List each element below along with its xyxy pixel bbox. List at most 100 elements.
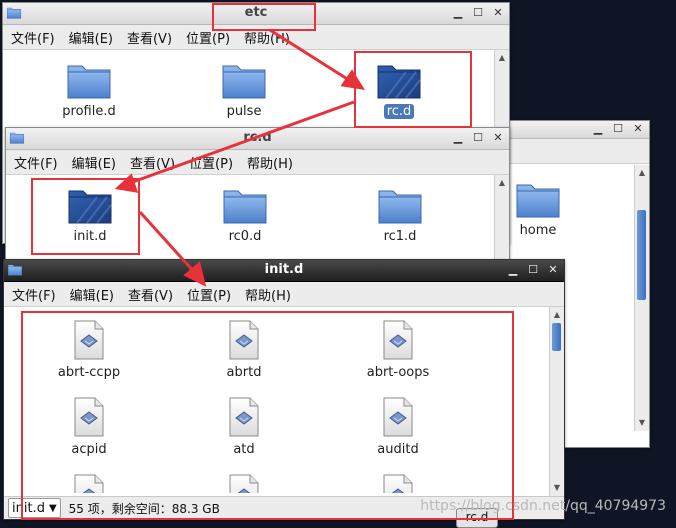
- window-title: rc.d: [243, 130, 272, 145]
- menu-places[interactable]: 位置(P): [186, 28, 230, 47]
- file-partial[interactable]: [189, 473, 299, 493]
- script-file-icon: [226, 396, 262, 438]
- script-file-icon: [71, 473, 107, 493]
- status-text: 55 项，剩余空间：88.3 GB: [68, 501, 220, 516]
- folder-label: rc.d: [383, 104, 415, 119]
- scroll-up-icon[interactable]: ▲: [496, 52, 508, 64]
- etc-titlebar[interactable]: etc ▁ ☐ ✕: [3, 3, 509, 25]
- file-abrt-ccpp[interactable]: abrt-ccpp: [34, 319, 144, 380]
- folder-label: home: [519, 223, 557, 238]
- script-file-icon: [71, 319, 107, 361]
- chevron-down-icon: ▼: [48, 502, 57, 514]
- script-file-icon: [71, 396, 107, 438]
- menu-view[interactable]: 查看(V): [128, 285, 173, 304]
- scroll-down-icon[interactable]: ▼: [636, 417, 648, 429]
- maximize-icon[interactable]: ☐: [526, 263, 540, 277]
- scroll-thumb[interactable]: [637, 210, 646, 300]
- menubar: 文件(F) 编辑(E) 查看(V) 位置(P) 帮助(H): [3, 25, 509, 50]
- folder-label: rc0.d: [228, 229, 262, 244]
- background-window-titlebar[interactable]: ▁ ☐ ✕: [501, 121, 649, 139]
- folder-selected-icon: [376, 60, 422, 100]
- maximize-icon[interactable]: ☐: [471, 131, 485, 145]
- menu-file[interactable]: 文件(F): [12, 285, 56, 304]
- minimize-icon[interactable]: ▁: [451, 131, 465, 145]
- maximize-icon[interactable]: ☐: [611, 122, 625, 136]
- folder-icon: [66, 60, 112, 100]
- menu-view[interactable]: 查看(V): [127, 28, 172, 47]
- script-file-icon: [380, 396, 416, 438]
- menubar: 文件(F) 编辑(E) 查看(V) 位置(P) 帮助(H): [4, 282, 564, 307]
- file-view: init.d rc0.d rc1.d: [6, 175, 495, 263]
- menu-view[interactable]: 查看(V): [130, 153, 175, 172]
- scroll-up-icon[interactable]: ▲: [551, 309, 563, 321]
- file-partial[interactable]: [34, 473, 144, 493]
- menu-edit[interactable]: 编辑(E): [70, 285, 114, 304]
- watermark: https://blog.csdn.net/qq_40794973: [420, 498, 666, 514]
- script-file-icon: [380, 319, 416, 361]
- scroll-up-icon[interactable]: ▲: [496, 177, 508, 189]
- scroll-up-icon[interactable]: ▲: [636, 167, 648, 179]
- folder-rc0-d[interactable]: rc0.d: [190, 185, 300, 244]
- maximize-icon[interactable]: ☐: [471, 6, 485, 20]
- window-title: etc: [244, 5, 268, 20]
- file-acpid[interactable]: acpid: [34, 396, 144, 457]
- menu-places[interactable]: 位置(P): [187, 285, 231, 304]
- location-value: init.d: [12, 500, 45, 516]
- folder-selected-icon: [67, 185, 113, 225]
- scroll-thumb[interactable]: [552, 323, 561, 351]
- folder-icon: [515, 179, 561, 219]
- script-file-icon: [226, 319, 262, 361]
- rcd-window: rc.d ▁ ☐ ✕ 文件(F) 编辑(E) 查看(V) 位置(P) 帮助(H) i…: [5, 127, 510, 264]
- file-label: atd: [233, 442, 255, 457]
- scrollbar[interactable]: ▲ ▼: [549, 307, 564, 496]
- menubar: 文件(F) 编辑(E) 查看(V) 位置(P) 帮助(H): [6, 150, 509, 175]
- file-view: abrt-ccpp abrtd abrt-oops acpid atd audi…: [4, 307, 550, 496]
- scrollbar[interactable]: ▲: [494, 175, 509, 263]
- folder-label: pulse: [226, 104, 262, 119]
- file-abrt-oops[interactable]: abrt-oops: [343, 319, 453, 380]
- minimize-icon[interactable]: ▁: [451, 6, 465, 20]
- folder-icon: [377, 185, 423, 225]
- folder-rc-d[interactable]: rc.d: [344, 60, 454, 119]
- initd-window: init.d ▁ ☐ ✕ 文件(F) 编辑(E) 查看(V) 位置(P) 帮助(H)…: [3, 259, 565, 520]
- menu-places[interactable]: 位置(P): [189, 153, 233, 172]
- folder-pulse[interactable]: pulse: [189, 60, 299, 119]
- folder-label: rc1.d: [383, 229, 417, 244]
- file-label: abrt-ccpp: [57, 365, 121, 380]
- file-abrtd[interactable]: abrtd: [189, 319, 299, 380]
- script-file-icon: [380, 473, 416, 493]
- close-icon[interactable]: ✕: [491, 131, 505, 145]
- menu-help[interactable]: 帮助(H): [245, 285, 291, 304]
- folder-rc1-d[interactable]: rc1.d: [345, 185, 455, 244]
- script-file-icon: [226, 473, 262, 493]
- folder-label: init.d: [73, 229, 107, 244]
- scroll-down-icon[interactable]: ▼: [551, 482, 563, 494]
- folder-profile-d[interactable]: profile.d: [34, 60, 144, 119]
- minimize-icon[interactable]: ▁: [506, 263, 520, 277]
- file-label: abrt-oops: [366, 365, 430, 380]
- file-atd[interactable]: atd: [189, 396, 299, 457]
- menu-help[interactable]: 帮助(H): [247, 153, 293, 172]
- folder-icon: [222, 185, 268, 225]
- menu-file[interactable]: 文件(F): [14, 153, 58, 172]
- background-scrollbar[interactable]: ▲ ▼: [634, 165, 649, 431]
- file-label: acpid: [71, 442, 107, 457]
- rcd-titlebar[interactable]: rc.d ▁ ☐ ✕: [6, 128, 509, 150]
- file-auditd[interactable]: auditd: [343, 396, 453, 457]
- menu-file[interactable]: 文件(F): [11, 28, 55, 47]
- file-partial[interactable]: [343, 473, 453, 493]
- location-select[interactable]: init.d ▼: [8, 498, 61, 518]
- initd-titlebar[interactable]: init.d ▁ ☐ ✕: [4, 260, 564, 282]
- menu-edit[interactable]: 编辑(E): [69, 28, 113, 47]
- menu-help[interactable]: 帮助(H): [244, 28, 290, 47]
- close-icon[interactable]: ✕: [491, 6, 505, 20]
- window-title: init.d: [264, 262, 304, 277]
- folder-init-d[interactable]: init.d: [35, 185, 145, 244]
- close-icon[interactable]: ✕: [546, 263, 560, 277]
- close-icon[interactable]: ✕: [631, 122, 645, 136]
- file-label: auditd: [377, 442, 419, 457]
- folder-home[interactable]: home: [500, 179, 593, 238]
- minimize-icon[interactable]: ▁: [591, 122, 605, 136]
- folder-icon: [221, 60, 267, 100]
- menu-edit[interactable]: 编辑(E): [72, 153, 116, 172]
